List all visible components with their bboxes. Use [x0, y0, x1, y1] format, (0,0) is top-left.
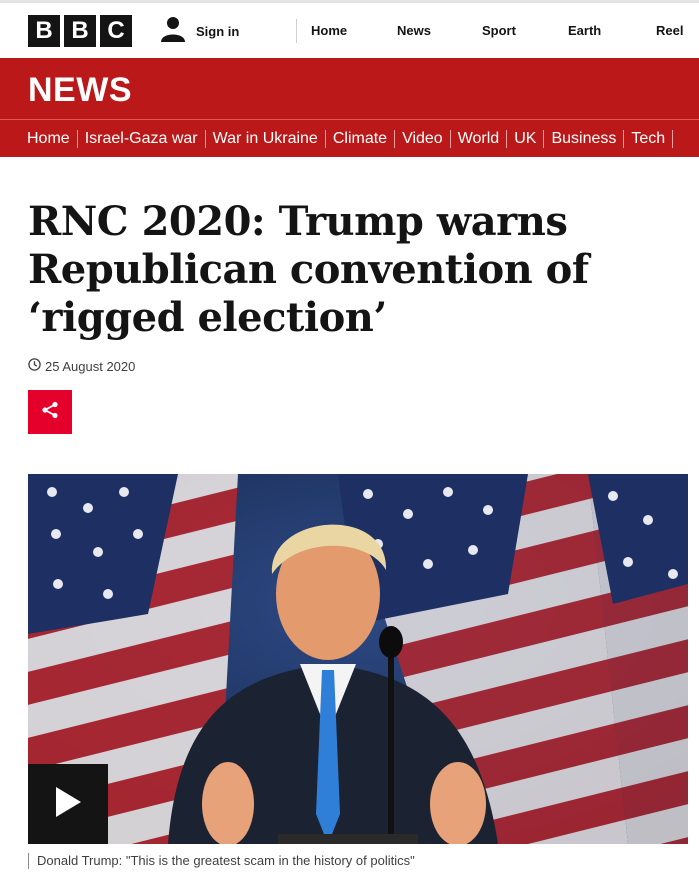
- news-section-title[interactable]: NEWS: [28, 71, 132, 110]
- article-date: 25 August 2020: [45, 358, 136, 374]
- section-nav-video[interactable]: Video: [402, 130, 451, 148]
- share-icon: [41, 401, 59, 424]
- masthead-nav-news[interactable]: News: [397, 23, 431, 38]
- masthead-nav-sport[interactable]: Sport: [482, 23, 516, 38]
- section-nav-tech[interactable]: Tech: [631, 130, 674, 148]
- masthead-nav-reel[interactable]: Reel: [656, 23, 683, 38]
- play-icon: [54, 786, 82, 823]
- play-button[interactable]: [28, 764, 108, 844]
- logo-letter-c: C: [100, 15, 132, 47]
- video-still: [28, 474, 688, 844]
- user-icon: [160, 16, 186, 47]
- section-nav-uk[interactable]: UK: [514, 130, 545, 148]
- section-nav-business[interactable]: Business: [551, 130, 625, 148]
- sign-in-label: Sign in: [196, 24, 240, 39]
- masthead: B B C Sign in Home News Sport Earth Reel: [0, 0, 699, 58]
- section-nav-world[interactable]: World: [458, 130, 508, 148]
- section-nav-war-in-ukraine[interactable]: War in Ukraine: [213, 130, 326, 148]
- masthead-nav-home[interactable]: Home: [311, 23, 347, 38]
- section-nav-israel-gaza-war[interactable]: Israel-Gaza war: [85, 130, 206, 148]
- video-player[interactable]: [28, 474, 688, 844]
- logo-letter-b1: B: [28, 15, 60, 47]
- masthead-divider: [296, 19, 297, 43]
- masthead-nav-earth[interactable]: Earth: [568, 23, 601, 38]
- section-nav-climate[interactable]: Climate: [333, 130, 396, 148]
- bbc-logo[interactable]: B B C: [28, 15, 132, 47]
- article-dateline: 25 August 2020: [28, 358, 135, 374]
- article-headline: RNC 2020: Trump warns Republican convent…: [28, 198, 589, 341]
- section-nav: Home Israel-Gaza war War in Ukraine Clim…: [0, 119, 699, 157]
- clock-icon: [28, 358, 41, 374]
- news-banner: NEWS: [0, 58, 699, 119]
- video-caption: Donald Trump: "This is the greatest scam…: [28, 853, 415, 869]
- section-nav-home[interactable]: Home: [27, 130, 78, 148]
- logo-letter-b2: B: [64, 15, 96, 47]
- sign-in-link[interactable]: Sign in: [160, 16, 239, 47]
- share-button[interactable]: [28, 390, 72, 434]
